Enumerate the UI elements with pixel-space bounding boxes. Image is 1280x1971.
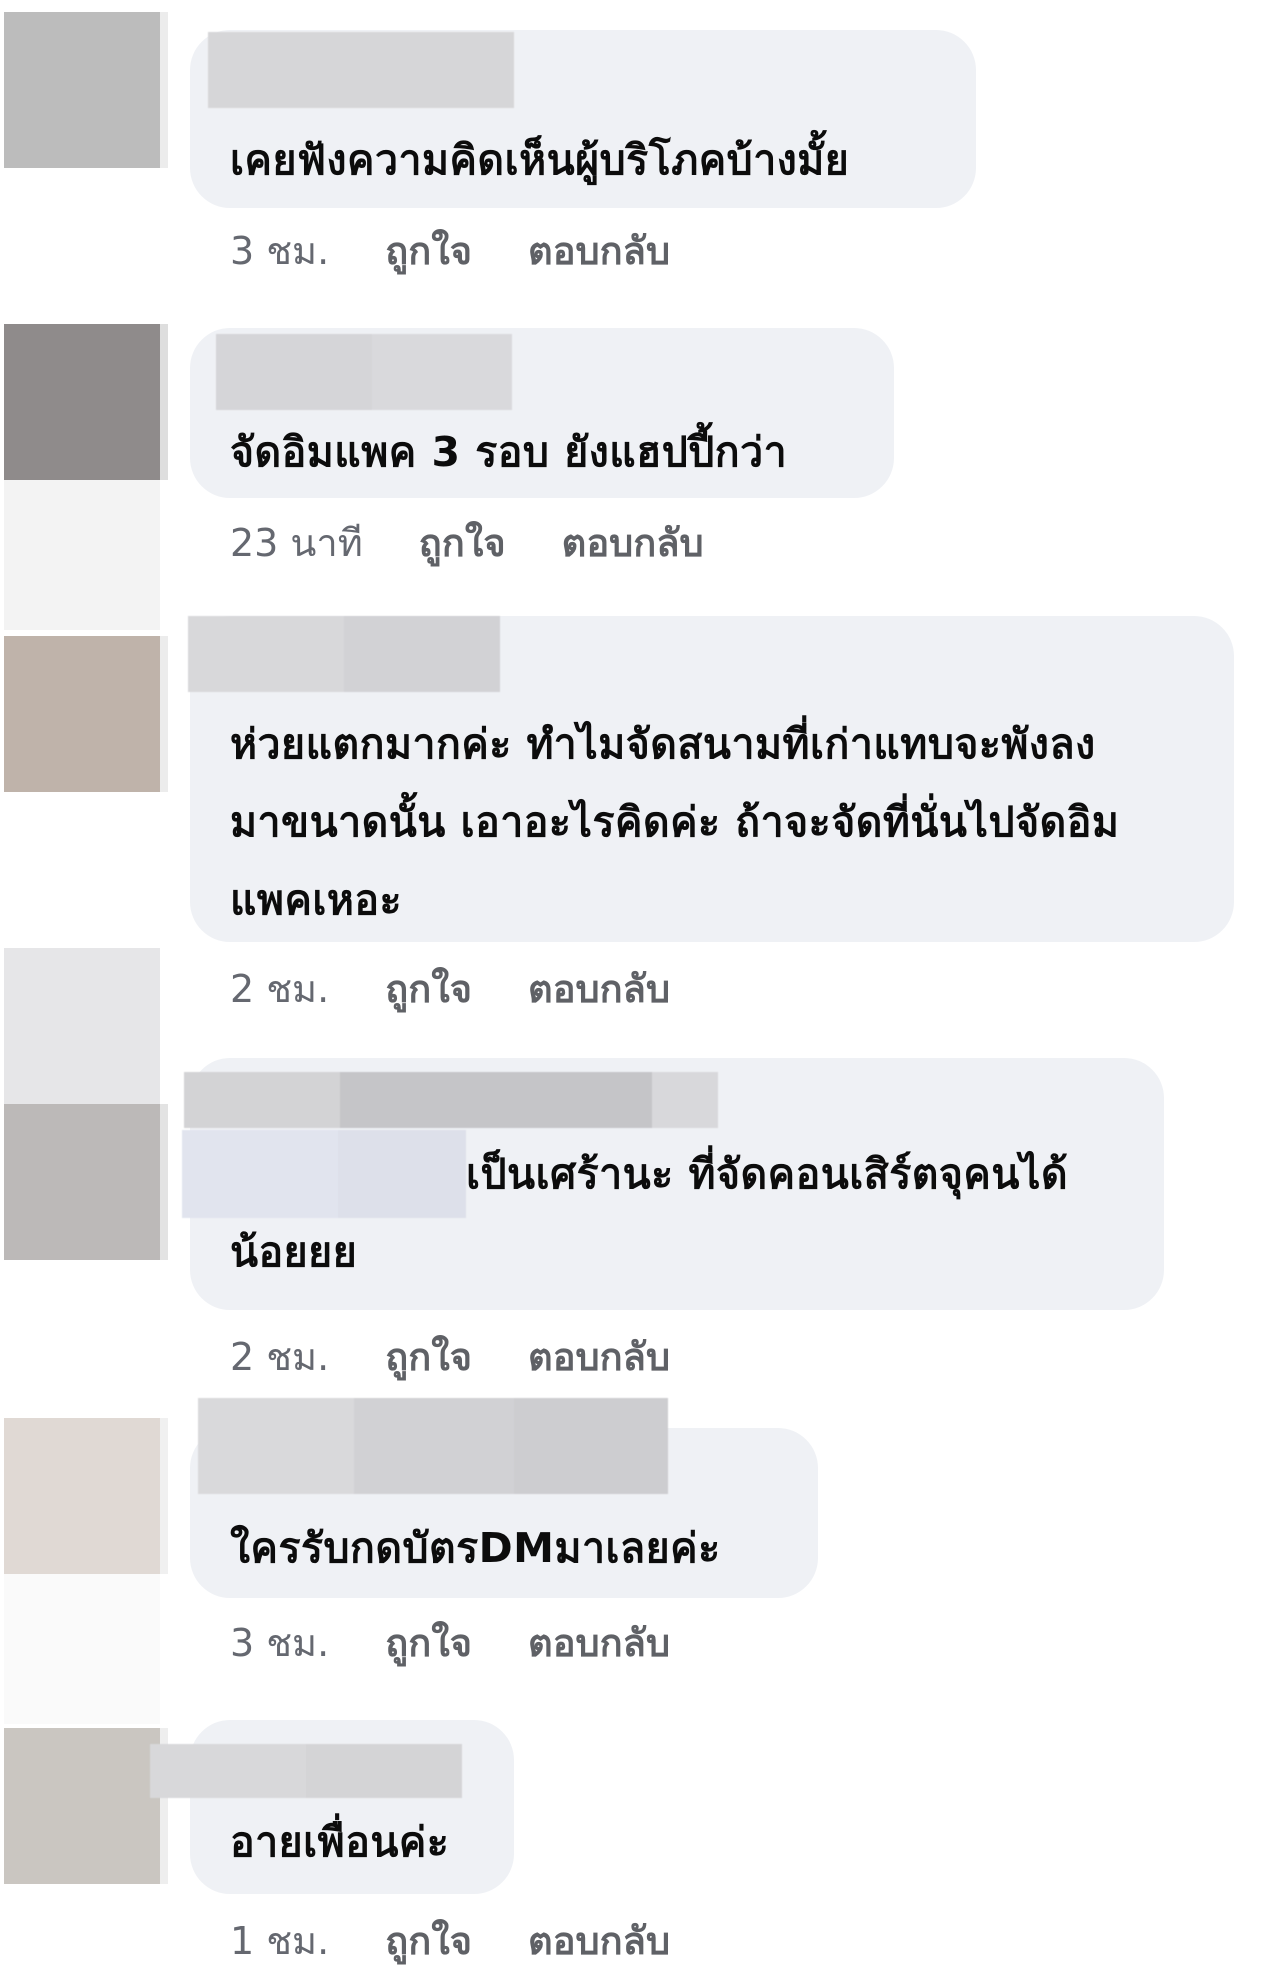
avatar[interactable]: [4, 1728, 160, 1884]
avatar-shadow: [4, 480, 160, 630]
reply-button[interactable]: ตอบกลับ: [528, 1612, 670, 1673]
comment-timestamp[interactable]: 23 นาที: [230, 512, 363, 573]
redacted-name: [198, 1398, 668, 1494]
avatar[interactable]: [4, 1418, 160, 1574]
redacted-name: [150, 1744, 462, 1798]
comment-text: เคยฟังความคิดเห็นผู้บริโภคบ้างมั้ย: [230, 136, 850, 184]
comment-actions: 23 นาที ถูกใจ ตอบกลับ: [230, 512, 704, 572]
comment-bubble: ห่วยแตกมากค่ะ ทำไมจัดสนามที่เก่าแทบจะพัง…: [188, 616, 1234, 942]
comment-timestamp[interactable]: 2 ชม.: [230, 958, 329, 1019]
comment-text-line: ห่วยแตกมากค่ะ ทำไมจัดสนามที่เก่าแทบจะพัง…: [230, 720, 1096, 768]
comment-timestamp[interactable]: 3 ชม.: [230, 220, 329, 281]
like-button[interactable]: ถูกใจ: [385, 1326, 472, 1387]
comment-text: ใครรับกดบัตรDMมาเลยค่ะ: [230, 1524, 721, 1572]
reply-button[interactable]: ตอบกลับ: [528, 1910, 670, 1971]
comment-actions: 3 ชม. ถูกใจ ตอบกลับ: [230, 220, 670, 280]
like-button[interactable]: ถูกใจ: [385, 220, 472, 281]
comment-text: อายเพื่อนค่ะ: [230, 1818, 450, 1866]
comment-bubble: เป็นเศร้านะ ที่จัดคอนเสิร์ตจุคนได้ น้อยย…: [182, 1058, 1164, 1310]
redacted-name: [184, 1072, 718, 1128]
comment-text-line: น้อยยย: [230, 1228, 358, 1276]
reply-button[interactable]: ตอบกลับ: [528, 220, 670, 281]
comment-bubble: เคยฟังความคิดเห็นผู้บริโภคบ้างมั้ย: [190, 30, 976, 208]
avatar-shadow: [4, 1574, 160, 1724]
like-button[interactable]: ถูกใจ: [385, 1910, 472, 1971]
redacted-mention: [182, 1130, 466, 1218]
like-button[interactable]: ถูกใจ: [385, 1612, 472, 1673]
avatar[interactable]: [4, 324, 160, 480]
comment-actions: 2 ชม. ถูกใจ ตอบกลับ: [230, 1326, 670, 1386]
reply-button[interactable]: ตอบกลับ: [562, 512, 704, 573]
comment-bubble: จัดอิมแพค 3 รอบ ยังแฮปปี้กว่า: [190, 328, 894, 498]
comment-timestamp[interactable]: 3 ชม.: [230, 1612, 329, 1673]
comment-actions: 3 ชม. ถูกใจ ตอบกลับ: [230, 1612, 670, 1672]
comment-text-line: เป็นเศร้านะ ที่จัดคอนเสิร์ตจุคนได้: [466, 1150, 1069, 1198]
comment-actions: 1 ชม. ถูกใจ ตอบกลับ: [230, 1910, 670, 1970]
like-button[interactable]: ถูกใจ: [385, 958, 472, 1019]
redacted-name: [208, 32, 514, 108]
redacted-name: [188, 616, 500, 692]
comment-text-line: มาขนาดนั้น เอาอะไรคิดค่ะ ถ้าจะจัดที่นั่น…: [230, 798, 1120, 846]
comment-text: จัดอิมแพค 3 รอบ ยังแฮปปี้กว่า: [230, 428, 788, 476]
comment-bubble: ใครรับกดบัตรDMมาเลยค่ะ: [190, 1398, 818, 1598]
comment-actions: 2 ชม. ถูกใจ ตอบกลับ: [230, 958, 670, 1018]
comment-timestamp[interactable]: 1 ชม.: [230, 1910, 329, 1971]
avatar[interactable]: [4, 12, 160, 168]
like-button[interactable]: ถูกใจ: [419, 512, 506, 573]
comment-timestamp[interactable]: 2 ชม.: [230, 1326, 329, 1387]
redacted-name: [216, 334, 512, 410]
reply-button[interactable]: ตอบกลับ: [528, 958, 670, 1019]
reply-button[interactable]: ตอบกลับ: [528, 1326, 670, 1387]
avatar-shadow: [4, 948, 160, 1104]
comment-text-line: แพคเหอะ: [230, 876, 403, 924]
comment-bubble: อายเพื่อนค่ะ: [150, 1720, 514, 1894]
avatar[interactable]: [4, 1104, 160, 1260]
avatar[interactable]: [4, 636, 160, 792]
